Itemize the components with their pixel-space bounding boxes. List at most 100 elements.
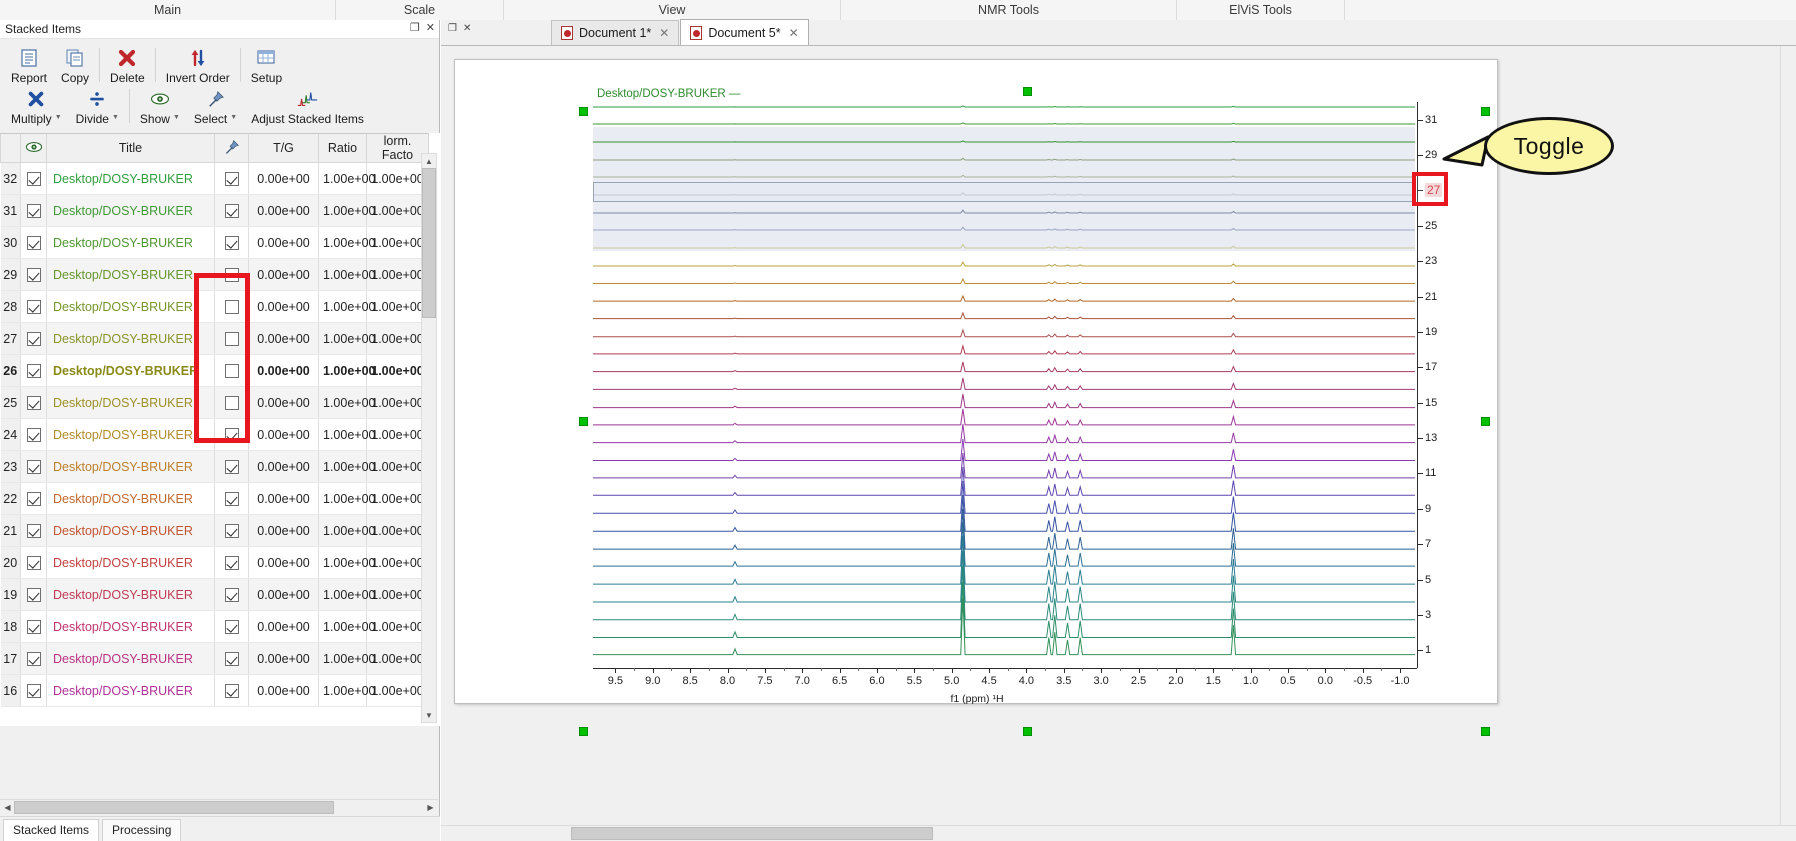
show-button[interactable]: Show ▼ [133, 85, 187, 126]
row-title[interactable]: Desktop/DOSY-BRUKER [46, 194, 215, 227]
scroll-down-arrow-icon[interactable]: ▼ [422, 708, 436, 722]
table-row[interactable]: 17 Desktop/DOSY-BRUKER 0.00e+00 1.00e+00 1.0… [0, 642, 429, 675]
row-pin-checkbox[interactable] [214, 194, 249, 227]
row-visible-checkbox[interactable] [20, 162, 47, 195]
checkbox-pin[interactable] [224, 331, 239, 346]
checkbox-pin[interactable] [224, 171, 239, 186]
checkbox-pin[interactable] [224, 651, 239, 666]
ribbon-tab-nmr-tools[interactable]: NMR Tools [841, 0, 1177, 20]
row-ratio-value[interactable]: 1.00e+00 [318, 354, 375, 387]
row-visible-checkbox[interactable] [20, 386, 47, 419]
row-visible-checkbox[interactable] [20, 482, 47, 515]
resize-handle[interactable] [579, 417, 588, 426]
row-tg-value[interactable]: 0.00e+00 [248, 450, 319, 483]
checkbox-visible[interactable] [26, 203, 41, 218]
ribbon-tab-view[interactable]: View [504, 0, 841, 20]
table-row[interactable]: 21 Desktop/DOSY-BRUKER 0.00e+00 1.00e+00 1.0… [0, 514, 429, 547]
row-pin-checkbox[interactable] [214, 482, 249, 515]
spectrum-trace[interactable] [593, 359, 1415, 375]
checkbox-visible[interactable] [26, 363, 41, 378]
y-axis-tick-label[interactable]: 23 [1425, 255, 1437, 267]
checkbox-visible[interactable] [26, 171, 41, 186]
row-ratio-value[interactable]: 1.00e+00 [318, 546, 375, 579]
checkbox-pin[interactable] [224, 587, 239, 602]
y-axis-tick-label[interactable]: 11 [1425, 467, 1436, 479]
checkbox-pin[interactable] [224, 619, 239, 634]
resize-handle[interactable] [579, 727, 588, 736]
select-button[interactable]: Select ▼ [187, 85, 244, 126]
resize-handle[interactable] [1481, 727, 1490, 736]
row-pin-checkbox[interactable] [214, 290, 249, 323]
header-norm-factor[interactable]: lorm. Facto [366, 133, 429, 163]
row-title[interactable]: Desktop/DOSY-BRUKER [46, 290, 215, 323]
copy-button[interactable]: Copy [54, 41, 96, 85]
row-visible-checkbox[interactable] [20, 322, 47, 355]
chevron-down-icon[interactable]: ▼ [55, 114, 62, 121]
checkbox-visible[interactable] [26, 555, 41, 570]
row-visible-checkbox[interactable] [20, 642, 47, 675]
multiply-button[interactable]: Multiply ▼ [4, 85, 69, 126]
row-title[interactable]: Desktop/DOSY-BRUKER [46, 226, 215, 259]
row-visible-checkbox[interactable] [20, 418, 47, 451]
row-ratio-value[interactable]: 1.00e+00 [318, 642, 375, 675]
spectrum-trace[interactable] [593, 170, 1415, 180]
row-ratio-value[interactable]: 1.00e+00 [318, 226, 375, 259]
row-norm-factor-value[interactable]: 1.00e+00 [366, 194, 429, 227]
row-norm-factor-value[interactable]: 1.00e+00 [366, 290, 429, 323]
resize-handle[interactable] [1481, 107, 1490, 116]
table-row[interactable]: 31 Desktop/DOSY-BRUKER 0.00e+00 1.00e+00 1.0… [0, 194, 429, 227]
scroll-left-arrow-icon[interactable]: ◀ [1, 801, 14, 814]
table-row[interactable]: 20 Desktop/DOSY-BRUKER 0.00e+00 1.00e+00 1.0… [0, 546, 429, 579]
table-row[interactable]: 26 Desktop/DOSY-BRUKER 0.00e+00 1.00e+00 1.0… [0, 354, 429, 387]
ribbon-tab-scale[interactable]: Scale [336, 0, 504, 20]
checkbox-visible[interactable] [26, 459, 41, 474]
selected-trace-band[interactable] [593, 182, 1415, 203]
row-norm-factor-value[interactable]: 1.00e+00 [366, 514, 429, 547]
row-pin-checkbox[interactable] [214, 418, 249, 451]
resize-handle[interactable] [1481, 417, 1490, 426]
row-visible-checkbox[interactable] [20, 578, 47, 611]
spectrum-page[interactable]: Desktop/DOSY-BRUKER — f1 (ppm) ¹H 31 29 27… [454, 59, 1498, 705]
y-axis-tick-label[interactable]: 3 [1425, 609, 1431, 621]
header-tg[interactable]: T/G [248, 133, 319, 163]
row-visible-checkbox[interactable] [20, 514, 47, 547]
row-title[interactable]: Desktop/DOSY-BRUKER [46, 418, 215, 451]
stacked-items-table-container[interactable]: Title T/G Ratio lorm. Facto 32 Desktop/DO… [0, 133, 440, 726]
row-ratio-value[interactable]: 1.00e+00 [318, 322, 375, 355]
checkbox-pin[interactable] [224, 427, 239, 442]
ribbon-tab-main[interactable]: Main [0, 0, 336, 20]
row-tg-value[interactable]: 0.00e+00 [248, 226, 319, 259]
checkbox-visible[interactable] [26, 235, 41, 250]
checkbox-visible[interactable] [26, 587, 41, 602]
header-visible[interactable] [20, 133, 47, 163]
panel-close-icon[interactable]: ✕ [426, 22, 435, 34]
row-visible-checkbox[interactable] [20, 258, 47, 291]
row-visible-checkbox[interactable] [20, 290, 47, 323]
spectrum-trace[interactable] [593, 595, 1415, 658]
y-axis-tick-label[interactable]: 21 [1425, 291, 1437, 303]
checkbox-visible[interactable] [26, 267, 41, 282]
document-hscroll-thumb[interactable] [571, 827, 933, 840]
row-title[interactable]: Desktop/DOSY-BRUKER [46, 258, 215, 291]
close-tab-icon[interactable]: ✕ [789, 26, 799, 40]
resize-handle[interactable] [1023, 87, 1032, 96]
row-tg-value[interactable]: 0.00e+00 [248, 546, 319, 579]
checkbox-pin[interactable] [224, 555, 239, 570]
header-ratio[interactable]: Ratio [318, 133, 367, 163]
setup-button[interactable]: Setup [244, 41, 289, 85]
checkbox-visible[interactable] [26, 427, 41, 442]
row-title[interactable]: Desktop/DOSY-BRUKER [46, 578, 215, 611]
row-tg-value[interactable]: 0.00e+00 [248, 674, 319, 707]
row-norm-factor-value[interactable]: 1.00e+00 [366, 610, 429, 643]
checkbox-pin[interactable] [224, 491, 239, 506]
row-visible-checkbox[interactable] [20, 354, 47, 387]
checkbox-visible[interactable] [26, 619, 41, 634]
row-pin-checkbox[interactable] [214, 226, 249, 259]
row-pin-checkbox[interactable] [214, 162, 249, 195]
row-pin-checkbox[interactable] [214, 322, 249, 355]
spectrum-trace[interactable] [593, 135, 1415, 145]
checkbox-visible[interactable] [26, 491, 41, 506]
row-tg-value[interactable]: 0.00e+00 [248, 194, 319, 227]
table-row[interactable]: 28 Desktop/DOSY-BRUKER 0.00e+00 1.00e+00 1.0… [0, 290, 429, 323]
spectrum-trace[interactable] [593, 241, 1415, 251]
